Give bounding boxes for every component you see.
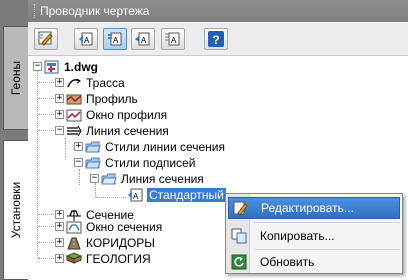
tree-item-label: КОРИДОРЫ [86,236,155,250]
expander-corridors[interactable]: + [55,238,64,247]
menu-item-label: Обновить [260,255,315,269]
edit-icon [229,197,251,219]
sample-line-icon [66,123,82,139]
expander-section-view[interactable]: + [55,222,64,231]
grip-handle[interactable] [34,4,36,18]
style-text-icon: A [79,32,93,46]
tree-item-label: Окно профиля [86,108,168,122]
tree-item-label: Трасса [86,76,125,90]
svg-text:A: A [171,36,177,45]
corridor-icon [66,235,82,251]
profile-view-icon [66,107,82,123]
tree-item-sample-line-styles[interactable]: Стили линии сечения [85,139,225,155]
expander-alignment[interactable]: + [55,78,64,87]
copy-icon [228,225,250,247]
folder-icon [85,139,101,155]
profile-icon [66,91,82,107]
folder-open-icon [101,171,117,187]
tab-settings[interactable]: Установки [3,140,28,280]
edit-settings-button[interactable] [34,28,58,50]
expander-profile-view[interactable]: + [55,110,64,119]
expander-geology[interactable]: + [55,254,64,263]
svg-text:A: A [141,36,147,45]
menu-item-edit[interactable]: Редактировать... [228,197,400,219]
svg-text:A: A [113,36,119,45]
tree-item-geology[interactable]: ГЕОЛОГИЯ [66,251,151,267]
style-text-table-button[interactable]: A [161,28,185,50]
tree-item-sample-line-label-styles[interactable]: Линия сечения [101,171,204,187]
menu-item-label: Редактировать... [261,201,354,215]
menu-item-copy[interactable]: Копировать... [228,225,400,247]
drawing-file-icon [44,59,60,75]
panel-title: Проводник чертежа [40,4,150,18]
tree-root[interactable]: 1.dwg [44,59,98,75]
tab-geons-label: Геоны [9,60,24,96]
tree-item-standard-style[interactable]: A Стандартный [127,187,226,203]
style-text-active-button[interactable]: A [103,28,127,50]
style-text-alt-button[interactable]: A [131,28,155,50]
alignment-icon [66,75,82,91]
tree-item-corridors[interactable]: КОРИДОРЫ [66,235,155,251]
tree-item-label: ГЕОЛОГИЯ [86,252,151,266]
style-text-table-icon: A [165,32,180,46]
expander-sample-line-label-styles[interactable]: − [90,174,99,183]
svg-text:?: ? [212,33,219,47]
tree-item-label: Стили подписей [105,156,196,170]
panel-titlebar[interactable]: Проводник чертежа [28,0,408,22]
tab-settings-label: Установки [9,181,24,239]
tree-item-label: Стили линии сечения [105,140,226,154]
folder-icon [85,155,101,171]
edit-settings-icon [38,31,53,46]
tab-geons[interactable]: Геоны [3,26,28,130]
tree-item-label: Окно сечения [86,220,163,234]
help-icon: ? [208,31,224,47]
expander-sample-line[interactable]: − [55,126,64,135]
menu-separator [254,222,400,223]
section-view-icon [66,219,82,235]
tree-item-label: Профиль [86,92,138,106]
tree-item-label-selected: Стандартный [147,188,226,202]
expander-section[interactable]: + [55,210,64,219]
svg-text:A: A [84,36,90,45]
tree-root-label: 1.dwg [64,60,99,74]
menu-separator [254,249,400,250]
tree-item-alignment[interactable]: Трасса [66,75,125,91]
geology-icon [66,251,82,267]
menu-item-label: Копировать... [260,229,335,243]
help-button[interactable]: ? [204,28,228,50]
svg-text:A: A [133,192,139,201]
tree-guide-line [79,169,80,185]
tree-item-sample-line[interactable]: Линия сечения [66,123,169,139]
expander-sample-line-styles[interactable]: + [74,142,83,151]
side-tabs: Геоны Установки [0,0,28,280]
tree-item-label: Линия сечения [121,172,204,186]
expander-label-styles[interactable]: − [74,158,83,167]
tree-item-profile[interactable]: Профиль [66,91,138,107]
label-style-icon: A [127,187,143,203]
expander-root[interactable]: − [33,62,42,71]
style-text-alt-icon: A [135,32,150,46]
style-text-active-icon: A [108,32,122,46]
toolbar: A A A A ? [28,22,408,56]
tree-guide-line [96,197,126,198]
menu-item-refresh[interactable]: Обновить [228,251,400,273]
context-menu: Редактировать... Копировать... Обновить [225,193,403,274]
tree-guide-line [65,138,66,160]
tree-guide-line [95,183,96,197]
refresh-icon [228,251,250,273]
expander-profile[interactable]: + [55,94,64,103]
tree-item-label: Линия сечения [86,124,169,138]
style-text-button[interactable]: A [74,28,98,50]
tree-item-section-view[interactable]: Окно сечения [66,219,162,235]
tree-item-label-styles[interactable]: Стили подписей [85,155,195,171]
tree-item-profile-view[interactable]: Окно профиля [66,107,167,123]
